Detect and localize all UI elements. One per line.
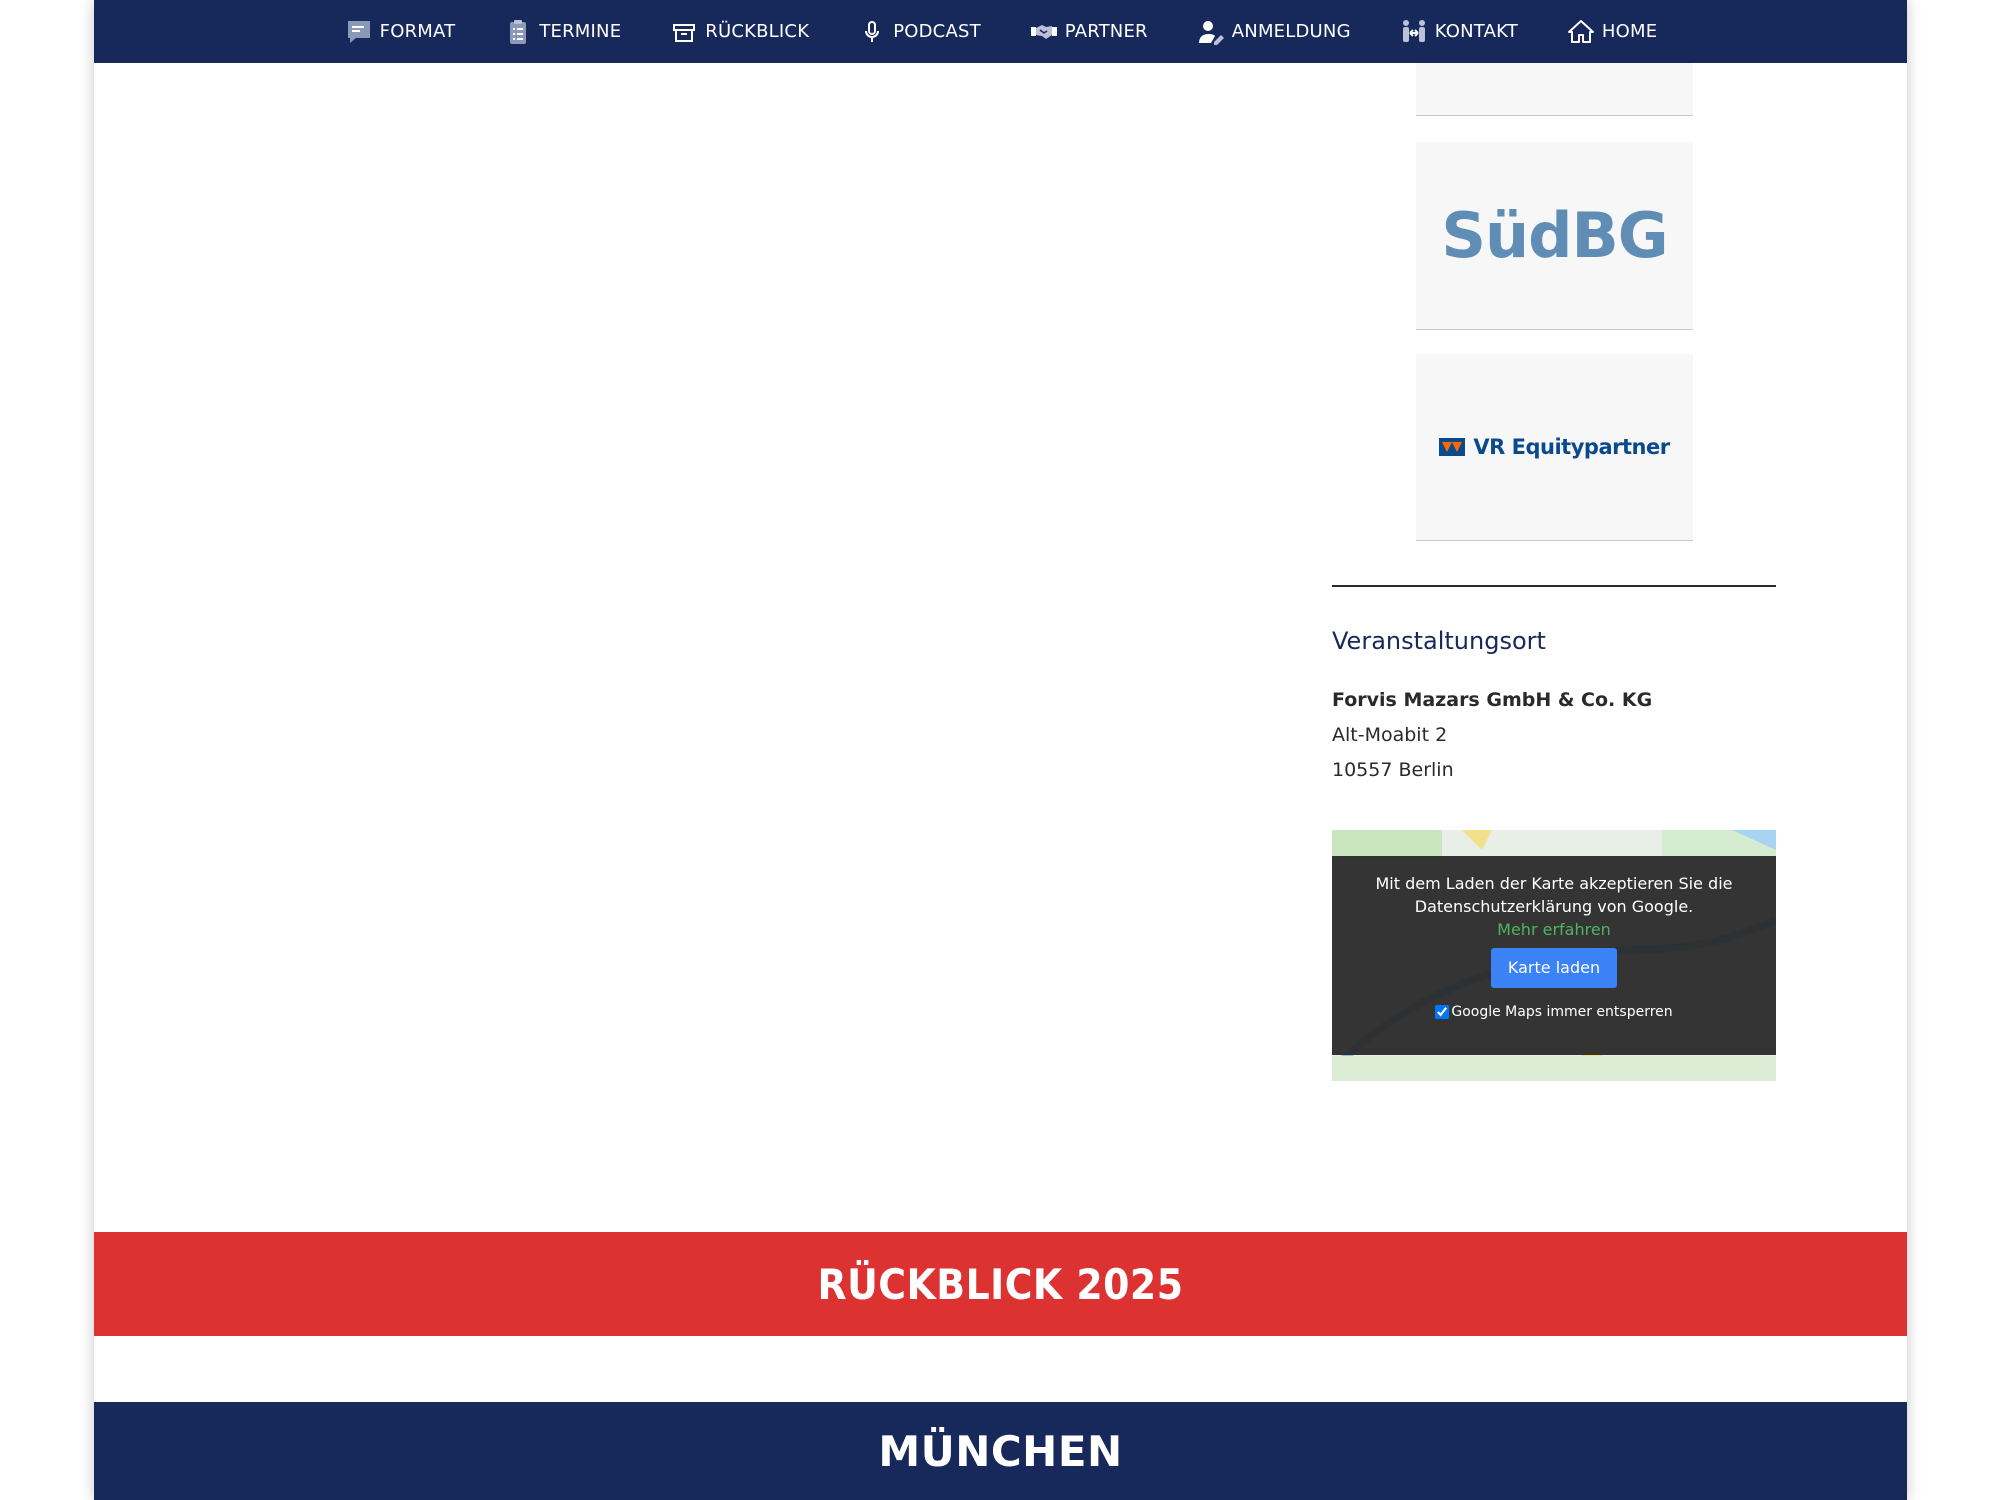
- top-navigation: FORMAT TERMINE RÜCKBLICK PODCAST PARTNER: [94, 0, 1907, 63]
- city-banner: MÜNCHEN: [94, 1402, 1907, 1500]
- map-always-unlock-checkbox[interactable]: [1435, 1005, 1450, 1019]
- home-icon: [1566, 17, 1596, 47]
- sponsor-logo-tile[interactable]: [1416, 63, 1693, 116]
- sponsor-logo-sudbg[interactable]: SüdBG: [1416, 142, 1693, 330]
- vr-bank-mark-icon: [1439, 438, 1466, 456]
- clipboard-list-icon: [503, 17, 533, 47]
- rueckblick-banner: RÜCKBLICK 2025: [94, 1232, 1907, 1336]
- nav-item-anmeldung[interactable]: ANMELDUNG: [1172, 0, 1375, 63]
- vr-logo: VR Equitypartner: [1439, 435, 1670, 459]
- nav-item-partner[interactable]: PARTNER: [1005, 0, 1172, 63]
- microphone-icon: [857, 17, 887, 47]
- map-more-link[interactable]: Mehr erfahren: [1332, 918, 1776, 941]
- city-title: MÜNCHEN: [878, 1427, 1123, 1476]
- nav-label: RÜCKBLICK: [705, 21, 810, 42]
- nav-label: ANMELDUNG: [1231, 21, 1351, 42]
- map-consent-overlay: Mit dem Laden der Karte akzeptieren Sie …: [1332, 856, 1776, 1055]
- load-map-button[interactable]: Karte laden: [1490, 948, 1618, 988]
- nav-item-kontakt[interactable]: KONTAKT: [1375, 0, 1542, 63]
- nav-label: PARTNER: [1064, 21, 1148, 42]
- nav-item-podcast[interactable]: PODCAST: [833, 0, 1005, 63]
- vr-logo-text: VR Equitypartner: [1473, 435, 1670, 459]
- user-edit-icon: [1196, 17, 1226, 47]
- nav-label: FORMAT: [379, 21, 456, 42]
- nav-item-termine[interactable]: TERMINE: [479, 0, 645, 63]
- rueckblick-title: RÜCKBLICK 2025: [817, 1259, 1184, 1309]
- google-map-placeholder: Mit dem Laden der Karte akzeptieren Sie …: [1332, 830, 1776, 1081]
- venue-street: Alt-Moabit 2: [1332, 724, 1448, 746]
- nav-label: HOME: [1601, 21, 1658, 42]
- handshake-icon: [1029, 17, 1059, 47]
- chat-bubble-icon: [344, 17, 374, 47]
- nav-item-rueckblick[interactable]: RÜCKBLICK: [645, 0, 833, 63]
- venue-city: 10557 Berlin: [1332, 759, 1454, 781]
- people-arrows-icon: [1399, 17, 1429, 47]
- nav-label: KONTAKT: [1434, 21, 1518, 42]
- venue-name: Forvis Mazars GmbH & Co. KG: [1332, 689, 1653, 711]
- sponsor-logo-vr-equitypartner[interactable]: VR Equitypartner: [1416, 354, 1693, 541]
- sudbg-logo: SüdBG: [1441, 199, 1668, 272]
- nav-label: TERMINE: [539, 21, 622, 42]
- section-divider: [1332, 585, 1776, 587]
- archive-box-icon: [669, 17, 699, 47]
- nav-item-format[interactable]: FORMAT: [320, 0, 480, 63]
- map-always-unlock-row: Google Maps immer entsperren: [1332, 1004, 1776, 1020]
- map-consent-text: Mit dem Laden der Karte akzeptieren Sie …: [1375, 874, 1733, 916]
- venue-heading: Veranstaltungsort: [1332, 627, 1546, 655]
- nav-label: PODCAST: [893, 21, 981, 42]
- page-shell: FORMAT TERMINE RÜCKBLICK PODCAST PARTNER: [94, 0, 1907, 1500]
- venue-address: Forvis Mazars GmbH & Co. KG Alt-Moabit 2…: [1332, 683, 1652, 788]
- nav-item-home[interactable]: HOME: [1542, 0, 1681, 63]
- map-always-unlock-label: Google Maps immer entsperren: [1451, 1004, 1673, 1020]
